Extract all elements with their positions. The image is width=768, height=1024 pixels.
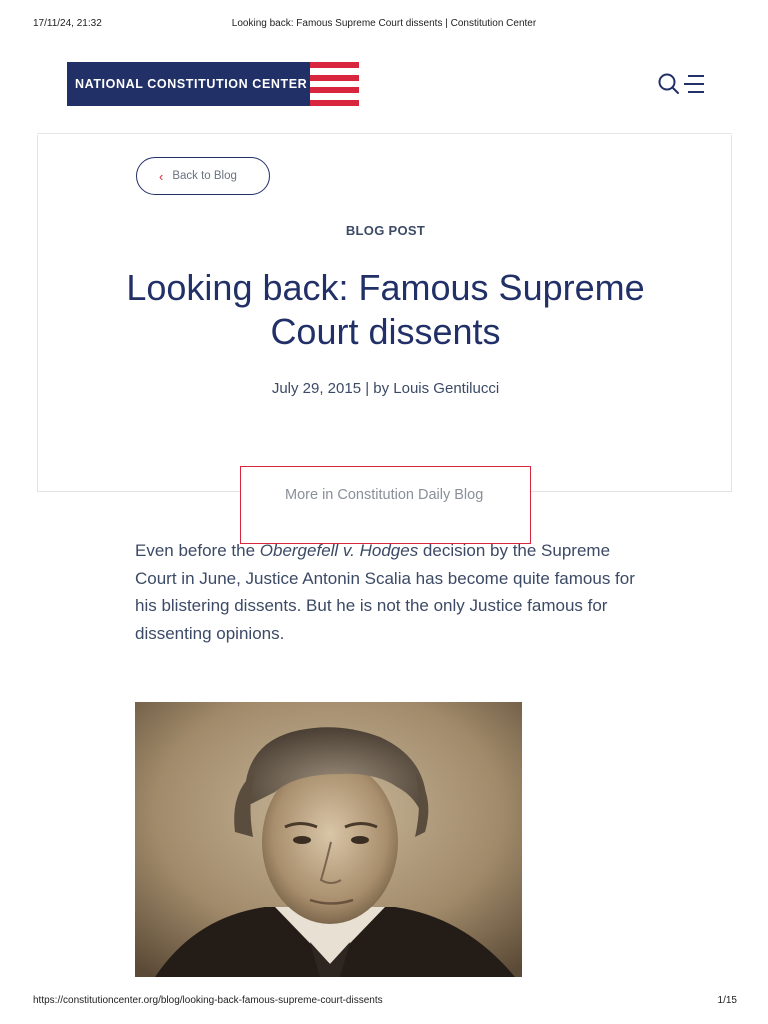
- article-paragraph: Even before the Obergefell v. Hodges dec…: [135, 537, 635, 647]
- logo-text: NATIONAL CONSTITUTION CENTER: [67, 62, 310, 106]
- flag-stripes-icon: [310, 62, 359, 106]
- print-page-number: 1/15: [717, 995, 737, 1006]
- menu-icon[interactable]: [682, 73, 706, 95]
- chevron-left-icon: ‹: [159, 168, 164, 184]
- site-header: NATIONAL CONSTITUTION CENTER: [37, 40, 732, 134]
- back-to-blog-button[interactable]: ‹ Back to Blog: [136, 157, 270, 195]
- print-page-title: Looking back: Famous Supreme Court disse…: [231, 18, 537, 29]
- back-button-label: Back to Blog: [172, 170, 237, 182]
- portrait-photo: [135, 702, 522, 977]
- page-title: Looking back: Famous Supreme Court disse…: [126, 267, 645, 352]
- site-logo[interactable]: NATIONAL CONSTITUTION CENTER: [67, 62, 359, 106]
- more-in-blog-link[interactable]: More in Constitution Daily Blog: [240, 466, 531, 544]
- print-footer: https://constitutioncenter.org/blog/look…: [0, 995, 768, 1009]
- post-type-label: BLOG POST: [345, 223, 426, 238]
- case-name-link[interactable]: Obergefell v. Hodges: [260, 541, 418, 560]
- print-header: 17/11/24, 21:32 Looking back: Famous Sup…: [0, 18, 768, 32]
- print-url: https://constitutioncenter.org/blog/look…: [33, 995, 383, 1006]
- article-hero: ‹ Back to Blog BLOG POST Looking back: F…: [37, 135, 732, 492]
- justice-portrait-image: [135, 702, 522, 977]
- paragraph-text-start: Even before the: [135, 541, 260, 560]
- search-icon[interactable]: [657, 72, 681, 96]
- article-byline: July 29, 2015 | by Louis Gentilucci: [271, 380, 500, 397]
